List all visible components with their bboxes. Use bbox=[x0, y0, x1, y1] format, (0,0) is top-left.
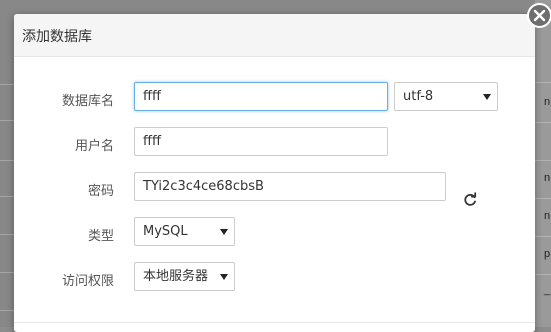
close-button[interactable] bbox=[527, 3, 551, 28]
dialog-title: 添加数据库 bbox=[22, 29, 92, 45]
access-select[interactable]: 本地服务器 bbox=[134, 262, 235, 291]
background-text-fragment: p bbox=[544, 248, 551, 260]
background-text-fragment: n bbox=[544, 172, 551, 184]
background-text-fragment: n bbox=[544, 96, 551, 108]
charset-select[interactable]: utf-8 bbox=[394, 82, 498, 111]
username-label: 用户名 bbox=[74, 139, 114, 154]
password-label: 密码 bbox=[87, 184, 114, 199]
dialog-header: 添加数据库 bbox=[14, 14, 535, 57]
chevron-down-icon bbox=[483, 94, 491, 100]
type-label: 类型 bbox=[87, 229, 114, 244]
type-select-value: MySQL bbox=[143, 224, 188, 239]
background-text-fragment: n bbox=[544, 210, 551, 222]
charset-select-value: utf-8 bbox=[403, 89, 434, 104]
type-select[interactable]: MySQL bbox=[134, 217, 235, 246]
background-text-fragment: _ bbox=[544, 284, 551, 296]
chevron-down-icon bbox=[220, 229, 228, 235]
chevron-down-icon bbox=[220, 274, 228, 280]
refresh-icon[interactable] bbox=[462, 192, 478, 208]
dialog-footer-divider bbox=[14, 322, 535, 323]
db-name-input[interactable]: ffff bbox=[134, 82, 388, 111]
add-database-dialog: 添加数据库 数据库名 ffff utf-8 用户名 ffff 密码 TYi2c3… bbox=[14, 14, 535, 332]
access-label: 访问权限 bbox=[61, 274, 114, 289]
access-select-value: 本地服务器 bbox=[143, 269, 209, 284]
db-name-label: 数据库名 bbox=[61, 94, 114, 109]
password-input[interactable]: TYi2c3c4ce68cbsB bbox=[134, 172, 446, 201]
username-input[interactable]: ffff bbox=[134, 127, 388, 156]
close-icon bbox=[533, 9, 546, 22]
